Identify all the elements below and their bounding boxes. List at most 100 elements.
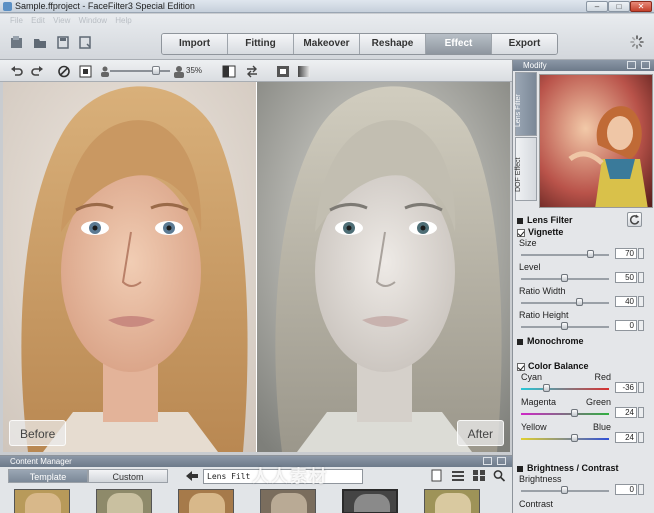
content-manager-tabs: Template Custom [8, 469, 168, 483]
before-photo[interactable]: Before [3, 82, 256, 452]
color-balance-title: Color Balance [528, 361, 589, 371]
after-photo[interactable]: After [257, 82, 510, 452]
slider-track[interactable] [521, 388, 609, 390]
value-spinner[interactable] [638, 320, 644, 331]
tab-template[interactable]: Template [8, 469, 88, 483]
color-balance-checkbox[interactable] [517, 362, 525, 371]
document-icon[interactable] [430, 469, 444, 482]
maximize-button[interactable]: □ [608, 1, 630, 12]
zoom-slider-handle[interactable] [152, 66, 160, 75]
grid-view-icon[interactable] [472, 469, 486, 482]
reset-filter-button[interactable] [627, 212, 642, 227]
split-view-icon[interactable] [222, 65, 236, 78]
param-label: Level [519, 262, 541, 272]
template-thumbnail[interactable] [260, 489, 316, 513]
minimize-button[interactable]: – [586, 1, 608, 12]
slider-track[interactable] [521, 438, 609, 440]
slider-handle[interactable] [561, 486, 568, 494]
value-spinner[interactable] [638, 432, 644, 443]
tab-import[interactable]: Import [162, 34, 228, 54]
title-bar: Sample.ffproject - FaceFilter3 Special E… [0, 0, 654, 13]
background-gradient-icon[interactable] [297, 65, 311, 78]
value-spinner[interactable] [638, 484, 644, 495]
value-field[interactable]: 50 [615, 272, 637, 283]
tab-lens-filter[interactable]: Lens Filter [515, 72, 537, 136]
after-face-image [257, 82, 510, 452]
vignette-checkbox[interactable] [517, 228, 525, 237]
value-field[interactable]: 70 [615, 248, 637, 259]
value-field[interactable]: 40 [615, 296, 637, 307]
value-field[interactable]: 24 [615, 407, 637, 418]
slider-handle[interactable] [561, 274, 568, 282]
zoom-slider-track[interactable] [110, 70, 170, 72]
tab-makeover[interactable]: Makeover [294, 34, 360, 54]
magenta-green-param: Magenta Green 24 [521, 397, 651, 419]
slider-handle[interactable] [587, 250, 594, 258]
slider-track[interactable] [521, 254, 609, 256]
slider-handle[interactable] [576, 298, 583, 306]
value-spinner[interactable] [638, 407, 644, 418]
color-balance-section: Color Balance Cyan Red -36 Magenta Green 2… [517, 360, 651, 444]
save-icon[interactable] [56, 36, 70, 49]
menu-bar: File Edit View Window Help [10, 16, 138, 25]
panel-close-icon[interactable] [497, 457, 506, 465]
tab-effect[interactable]: Effect [426, 34, 492, 54]
tab-fitting[interactable]: Fitting [228, 34, 294, 54]
value-field[interactable]: 24 [615, 432, 637, 443]
back-arrow-icon[interactable] [185, 470, 199, 482]
swap-view-icon[interactable] [245, 65, 259, 78]
zoom-level: 35% [186, 66, 203, 75]
reset-icon[interactable] [57, 65, 71, 78]
template-thumbnail[interactable] [14, 489, 70, 513]
slider-handle[interactable] [571, 434, 578, 442]
panel-float-icon[interactable] [483, 457, 492, 465]
fit-view-icon[interactable] [79, 65, 93, 78]
slider-handle[interactable] [571, 409, 578, 417]
vignette-ratio-height-param: Ratio Height 0 [519, 310, 651, 332]
value-field[interactable]: 0 [615, 484, 637, 495]
menu-edit[interactable]: Edit [31, 16, 45, 25]
tab-reshape[interactable]: Reshape [360, 34, 426, 54]
menu-window[interactable]: Window [79, 16, 107, 25]
value-spinner[interactable] [638, 272, 644, 283]
view-toolbar: 35% [0, 60, 512, 82]
modify-panel-title: Modify [523, 61, 547, 70]
panel-close-icon[interactable] [641, 61, 650, 69]
value-spinner[interactable] [638, 248, 644, 259]
undo-icon[interactable] [10, 65, 24, 78]
menu-help[interactable]: Help [115, 16, 131, 25]
template-thumbnail-selected[interactable] [342, 489, 398, 513]
menu-file[interactable]: File [10, 16, 23, 25]
slider-track[interactable] [521, 413, 609, 415]
menu-view[interactable]: View [53, 16, 70, 25]
tab-dof-effect[interactable]: DOF Effect [515, 137, 537, 201]
snapshot-icon[interactable] [276, 65, 290, 78]
open-folder-icon[interactable] [33, 36, 47, 49]
busy-spinner-icon [630, 35, 644, 49]
value-spinner[interactable] [638, 382, 644, 393]
search-icon[interactable] [492, 469, 506, 482]
param-right-label: Green [585, 397, 611, 407]
zoom-in-icon[interactable] [172, 65, 186, 78]
slider-track[interactable] [521, 302, 609, 304]
new-project-icon[interactable] [10, 36, 24, 49]
template-thumbnail[interactable] [96, 489, 152, 513]
before-label: Before [9, 420, 67, 446]
value-field[interactable]: -36 [615, 382, 637, 393]
save-as-icon[interactable] [78, 36, 92, 49]
value-spinner[interactable] [638, 296, 644, 307]
tab-custom[interactable]: Custom [88, 469, 168, 483]
slider-handle[interactable] [561, 322, 568, 330]
close-button[interactable]: ✕ [630, 1, 652, 12]
panel-float-icon[interactable] [627, 61, 636, 69]
workflow-tabs: Import Fitting Makeover Reshape Effect E… [161, 33, 558, 55]
slider-handle[interactable] [543, 384, 550, 392]
tab-export[interactable]: Export [492, 34, 557, 54]
template-thumbnail[interactable] [424, 489, 480, 513]
brightness-contrast-title: Brightness / Contrast [527, 463, 619, 473]
redo-icon[interactable] [30, 65, 44, 78]
value-field[interactable]: 0 [615, 320, 637, 331]
template-thumbnail[interactable] [178, 489, 234, 513]
list-view-icon[interactable] [451, 469, 465, 482]
modify-panel-header: Modify [513, 60, 654, 71]
